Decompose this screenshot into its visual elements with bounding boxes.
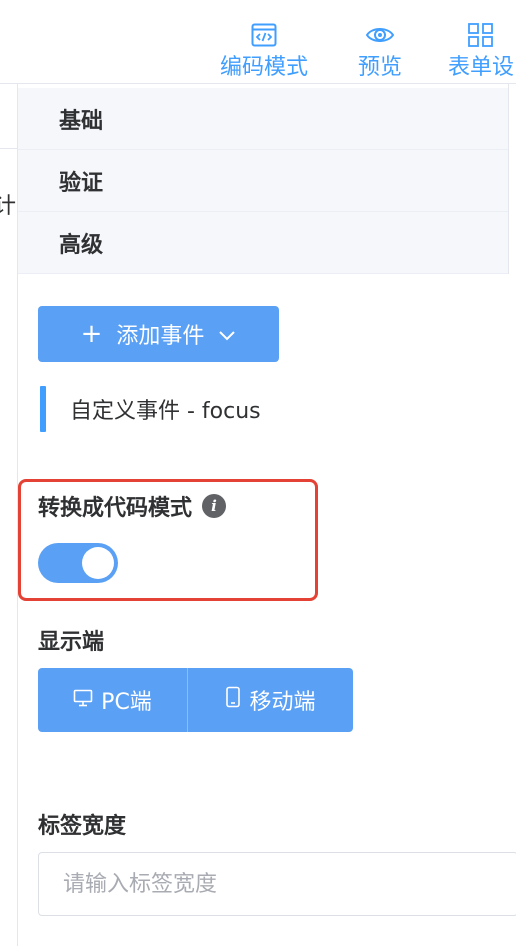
display-end-label: 显示端	[38, 630, 105, 655]
code-mode-switch-text: 转换成代码模式	[38, 496, 193, 521]
event-list-item[interactable]: 自定义事件 - focus	[40, 386, 261, 432]
code-mode-button[interactable]: 编码模式	[220, 20, 308, 82]
add-event-button[interactable]: + 添加事件	[38, 306, 279, 362]
mobile-display-button[interactable]: 移动端	[188, 668, 353, 732]
info-icon[interactable]: i	[202, 494, 227, 518]
label-width-input[interactable]	[38, 852, 516, 916]
form-settings-label: 表单设	[448, 55, 515, 80]
collapse-validation[interactable]: 验证	[18, 150, 508, 212]
switch-knob	[82, 547, 114, 579]
grid-icon	[466, 20, 496, 50]
preview-button[interactable]: 预览	[358, 20, 402, 82]
settings-collapse: 基础 验证 高级	[18, 88, 508, 274]
mobile-phone-icon	[225, 686, 241, 714]
plus-icon: +	[80, 319, 103, 349]
collapse-advanced[interactable]: 高级	[18, 212, 508, 274]
top-toolbar: 编码模式 预览 表单设	[0, 0, 516, 84]
preview-label: 预览	[358, 55, 403, 80]
chevron-down-icon	[218, 322, 236, 347]
event-indicator-bar	[40, 386, 46, 432]
monitor-icon	[73, 688, 93, 713]
code-mode-switch[interactable]	[38, 543, 118, 583]
code-window-icon	[249, 20, 279, 50]
label-width-label: 标签宽度	[38, 814, 127, 839]
divider	[508, 84, 509, 274]
form-settings-button[interactable]: 表单设	[448, 20, 514, 82]
pc-display-label: PC端	[101, 690, 152, 715]
divider	[0, 148, 18, 149]
mobile-display-label: 移动端	[249, 690, 316, 715]
left-panel-edge: 计	[0, 84, 18, 946]
event-item-text: 自定义事件 - focus	[70, 399, 261, 424]
pc-display-button[interactable]: PC端	[38, 668, 188, 732]
left-cut-text: 计	[0, 194, 17, 219]
code-mode-switch-label: 转换成代码模式 i	[38, 490, 227, 522]
code-mode-label: 编码模式	[220, 55, 309, 80]
collapse-basic[interactable]: 基础	[18, 88, 508, 150]
display-end-segmented: PC端 移动端	[38, 668, 353, 732]
eye-icon	[365, 20, 395, 50]
add-event-label: 添加事件	[116, 324, 205, 349]
